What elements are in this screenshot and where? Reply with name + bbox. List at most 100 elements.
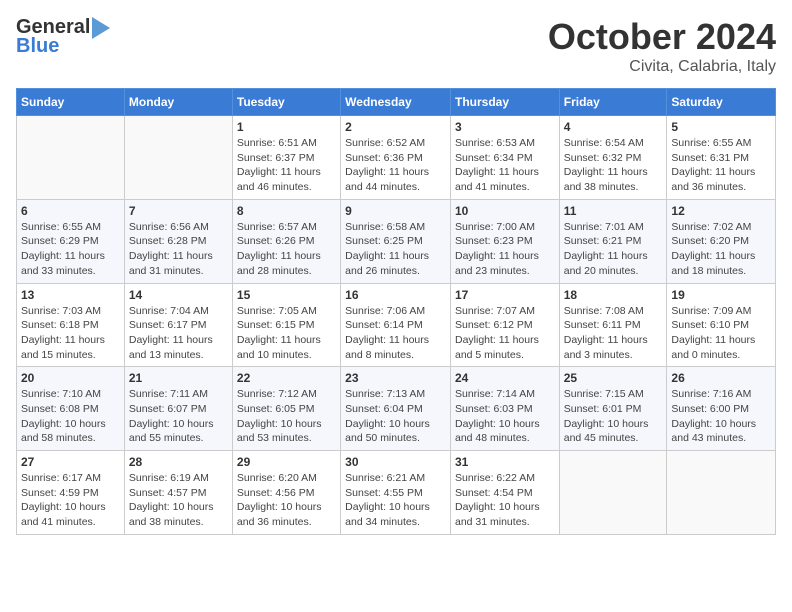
day-info: Sunrise: 7:14 AM Sunset: 6:03 PM Dayligh… xyxy=(455,387,555,446)
calendar-cell: 11 Sunrise: 7:01 AM Sunset: 6:21 PM Dayli… xyxy=(559,199,667,283)
day-info: Sunrise: 7:13 AM Sunset: 6:04 PM Dayligh… xyxy=(345,387,446,446)
day-number: 6 xyxy=(21,204,120,218)
calendar-cell: 8 Sunrise: 6:57 AM Sunset: 6:26 PM Daylig… xyxy=(232,199,340,283)
day-number: 21 xyxy=(129,371,228,385)
logo: General Blue xyxy=(16,16,110,58)
day-info: Sunrise: 6:22 AM Sunset: 4:54 PM Dayligh… xyxy=(455,471,555,530)
day-number: 27 xyxy=(21,455,120,469)
day-number: 31 xyxy=(455,455,555,469)
day-number: 26 xyxy=(671,371,771,385)
day-info: Sunrise: 6:21 AM Sunset: 4:55 PM Dayligh… xyxy=(345,471,446,530)
calendar-cell: 4 Sunrise: 6:54 AM Sunset: 6:32 PM Daylig… xyxy=(559,116,667,200)
day-number: 24 xyxy=(455,371,555,385)
day-number: 25 xyxy=(564,371,663,385)
calendar-cell xyxy=(17,116,125,200)
calendar-week-row: 6 Sunrise: 6:55 AM Sunset: 6:29 PM Daylig… xyxy=(17,199,776,283)
day-number: 29 xyxy=(237,455,336,469)
calendar-cell: 29 Sunrise: 6:20 AM Sunset: 4:56 PM Dayli… xyxy=(232,451,340,535)
day-info: Sunrise: 6:20 AM Sunset: 4:56 PM Dayligh… xyxy=(237,471,336,530)
calendar-week-row: 20Sunrise: 7:10 AM Sunset: 6:08 PM Dayli… xyxy=(17,367,776,451)
day-of-week-header: Saturday xyxy=(667,89,776,116)
day-of-week-header: Monday xyxy=(124,89,232,116)
day-number: 18 xyxy=(564,288,663,302)
day-info: Sunrise: 7:01 AM Sunset: 6:21 PM Dayligh… xyxy=(564,220,663,279)
calendar-cell: 5 Sunrise: 6:55 AM Sunset: 6:31 PM Daylig… xyxy=(667,116,776,200)
calendar-cell: 2 Sunrise: 6:52 AM Sunset: 6:36 PM Daylig… xyxy=(341,116,451,200)
calendar-cell: 27 Sunrise: 6:17 AM Sunset: 4:59 PM Dayli… xyxy=(17,451,125,535)
day-of-week-header: Sunday xyxy=(17,89,125,116)
calendar-table: SundayMondayTuesdayWednesdayThursdayFrid… xyxy=(16,88,776,535)
calendar-cell: 18Sunrise: 7:08 AM Sunset: 6:11 PM Dayli… xyxy=(559,283,667,367)
day-info: Sunrise: 6:53 AM Sunset: 6:34 PM Dayligh… xyxy=(455,136,555,195)
day-info: Sunrise: 6:55 AM Sunset: 6:29 PM Dayligh… xyxy=(21,220,120,279)
day-info: Sunrise: 7:02 AM Sunset: 6:20 PM Dayligh… xyxy=(671,220,771,279)
day-info: Sunrise: 6:54 AM Sunset: 6:32 PM Dayligh… xyxy=(564,136,663,195)
day-number: 17 xyxy=(455,288,555,302)
day-number: 10 xyxy=(455,204,555,218)
day-info: Sunrise: 6:56 AM Sunset: 6:28 PM Dayligh… xyxy=(129,220,228,279)
day-number: 2 xyxy=(345,120,446,134)
day-info: Sunrise: 7:04 AM Sunset: 6:17 PM Dayligh… xyxy=(129,304,228,363)
calendar-cell: 28Sunrise: 6:19 AM Sunset: 4:57 PM Dayli… xyxy=(124,451,232,535)
day-number: 20 xyxy=(21,371,120,385)
day-info: Sunrise: 6:57 AM Sunset: 6:26 PM Dayligh… xyxy=(237,220,336,279)
day-of-week-header: Tuesday xyxy=(232,89,340,116)
day-number: 3 xyxy=(455,120,555,134)
calendar-cell: 3 Sunrise: 6:53 AM Sunset: 6:34 PM Daylig… xyxy=(450,116,559,200)
calendar-cell xyxy=(124,116,232,200)
logo-arrow-icon xyxy=(92,17,110,39)
day-number: 16 xyxy=(345,288,446,302)
day-number: 23 xyxy=(345,371,446,385)
day-number: 13 xyxy=(21,288,120,302)
day-of-week-header: Friday xyxy=(559,89,667,116)
calendar-cell: 20Sunrise: 7:10 AM Sunset: 6:08 PM Dayli… xyxy=(17,367,125,451)
day-number: 15 xyxy=(237,288,336,302)
day-number: 9 xyxy=(345,204,446,218)
day-info: Sunrise: 7:06 AM Sunset: 6:14 PM Dayligh… xyxy=(345,304,446,363)
day-info: Sunrise: 6:55 AM Sunset: 6:31 PM Dayligh… xyxy=(671,136,771,195)
day-info: Sunrise: 7:16 AM Sunset: 6:00 PM Dayligh… xyxy=(671,387,771,446)
calendar-cell: 30Sunrise: 6:21 AM Sunset: 4:55 PM Dayli… xyxy=(341,451,451,535)
day-info: Sunrise: 6:51 AM Sunset: 6:37 PM Dayligh… xyxy=(237,136,336,195)
calendar-cell: 31 Sunrise: 6:22 AM Sunset: 4:54 PM Dayli… xyxy=(450,451,559,535)
calendar-cell: 24 Sunrise: 7:14 AM Sunset: 6:03 PM Dayli… xyxy=(450,367,559,451)
day-info: Sunrise: 7:12 AM Sunset: 6:05 PM Dayligh… xyxy=(237,387,336,446)
logo-blue-text: Blue xyxy=(16,35,59,58)
day-number: 8 xyxy=(237,204,336,218)
calendar-cell: 14 Sunrise: 7:04 AM Sunset: 6:17 PM Dayli… xyxy=(124,283,232,367)
calendar-cell: 25 Sunrise: 7:15 AM Sunset: 6:01 PM Dayli… xyxy=(559,367,667,451)
calendar-cell: 10 Sunrise: 7:00 AM Sunset: 6:23 PM Dayli… xyxy=(450,199,559,283)
day-number: 4 xyxy=(564,120,663,134)
page-header: General Blue October 2024 Civita, Calabr… xyxy=(16,16,776,76)
calendar-cell: 21 Sunrise: 7:11 AM Sunset: 6:07 PM Dayli… xyxy=(124,367,232,451)
calendar-cell: 22 Sunrise: 7:12 AM Sunset: 6:05 PM Dayli… xyxy=(232,367,340,451)
day-number: 11 xyxy=(564,204,663,218)
day-number: 7 xyxy=(129,204,228,218)
day-info: Sunrise: 6:52 AM Sunset: 6:36 PM Dayligh… xyxy=(345,136,446,195)
calendar-week-row: 1Sunrise: 6:51 AM Sunset: 6:37 PM Daylig… xyxy=(17,116,776,200)
calendar-cell: 13 Sunrise: 7:03 AM Sunset: 6:18 PM Dayli… xyxy=(17,283,125,367)
day-info: Sunrise: 6:17 AM Sunset: 4:59 PM Dayligh… xyxy=(21,471,120,530)
calendar-cell: 23 Sunrise: 7:13 AM Sunset: 6:04 PM Dayli… xyxy=(341,367,451,451)
day-number: 22 xyxy=(237,371,336,385)
day-number: 5 xyxy=(671,120,771,134)
day-of-week-header: Thursday xyxy=(450,89,559,116)
calendar-week-row: 27 Sunrise: 6:17 AM Sunset: 4:59 PM Dayli… xyxy=(17,451,776,535)
calendar-cell: 12 Sunrise: 7:02 AM Sunset: 6:20 PM Dayli… xyxy=(667,199,776,283)
calendar-cell: 9Sunrise: 6:58 AM Sunset: 6:25 PM Daylig… xyxy=(341,199,451,283)
calendar-cell: 17Sunrise: 7:07 AM Sunset: 6:12 PM Dayli… xyxy=(450,283,559,367)
calendar-subtitle: Civita, Calabria, Italy xyxy=(548,58,776,76)
day-info: Sunrise: 7:11 AM Sunset: 6:07 PM Dayligh… xyxy=(129,387,228,446)
calendar-cell: 15 Sunrise: 7:05 AM Sunset: 6:15 PM Dayli… xyxy=(232,283,340,367)
day-info: Sunrise: 7:03 AM Sunset: 6:18 PM Dayligh… xyxy=(21,304,120,363)
day-number: 14 xyxy=(129,288,228,302)
day-info: Sunrise: 7:00 AM Sunset: 6:23 PM Dayligh… xyxy=(455,220,555,279)
day-info: Sunrise: 7:15 AM Sunset: 6:01 PM Dayligh… xyxy=(564,387,663,446)
day-info: Sunrise: 7:05 AM Sunset: 6:15 PM Dayligh… xyxy=(237,304,336,363)
day-number: 12 xyxy=(671,204,771,218)
calendar-cell: 7 Sunrise: 6:56 AM Sunset: 6:28 PM Daylig… xyxy=(124,199,232,283)
title-area: October 2024 Civita, Calabria, Italy xyxy=(548,16,776,76)
day-info: Sunrise: 7:09 AM Sunset: 6:10 PM Dayligh… xyxy=(671,304,771,363)
day-of-week-header: Wednesday xyxy=(341,89,451,116)
calendar-cell: 1Sunrise: 6:51 AM Sunset: 6:37 PM Daylig… xyxy=(232,116,340,200)
